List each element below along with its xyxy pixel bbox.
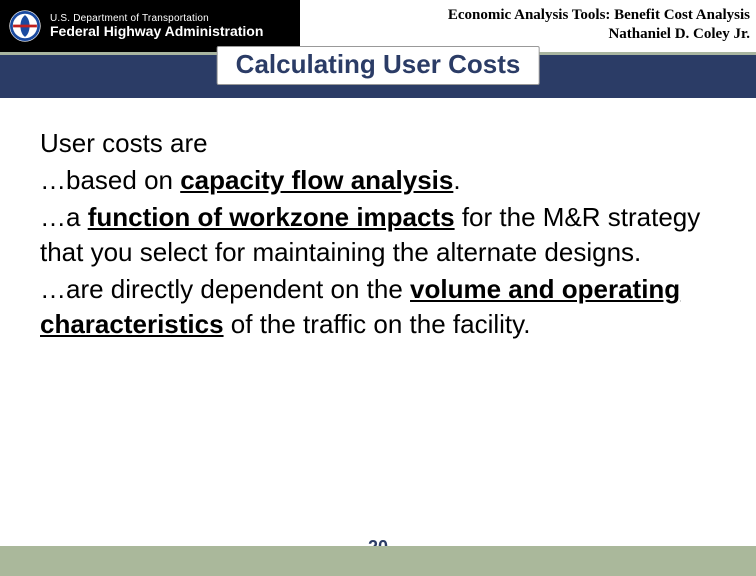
meta-line1: Economic Analysis Tools: Benefit Cost An… [448, 6, 750, 25]
slide-body: User costs are …based on capacity flow a… [0, 98, 756, 343]
agency-text: U.S. Department of Transportation Federa… [50, 13, 263, 39]
body-intro: User costs are [40, 126, 716, 161]
agency-brand: U.S. Department of Transportation Federa… [0, 0, 300, 52]
dept-line2: Federal Highway Administration [50, 24, 263, 39]
meta-line2: Nathaniel D. Coley Jr. [448, 25, 750, 44]
dot-logo-icon [8, 9, 42, 43]
body-point-1: …based on capacity flow analysis. [40, 163, 716, 198]
title-band: Calculating User Costs [0, 52, 756, 98]
slide-title: Calculating User Costs [236, 49, 521, 79]
body-point-2: …a function of workzone impacts for the … [40, 200, 716, 270]
header-region: U.S. Department of Transportation Federa… [0, 0, 756, 52]
slide-meta: Economic Analysis Tools: Benefit Cost An… [448, 6, 750, 44]
title-box: Calculating User Costs [217, 46, 540, 85]
body-point-3: …are directly dependent on the volume an… [40, 272, 716, 342]
footer-band [0, 546, 756, 576]
